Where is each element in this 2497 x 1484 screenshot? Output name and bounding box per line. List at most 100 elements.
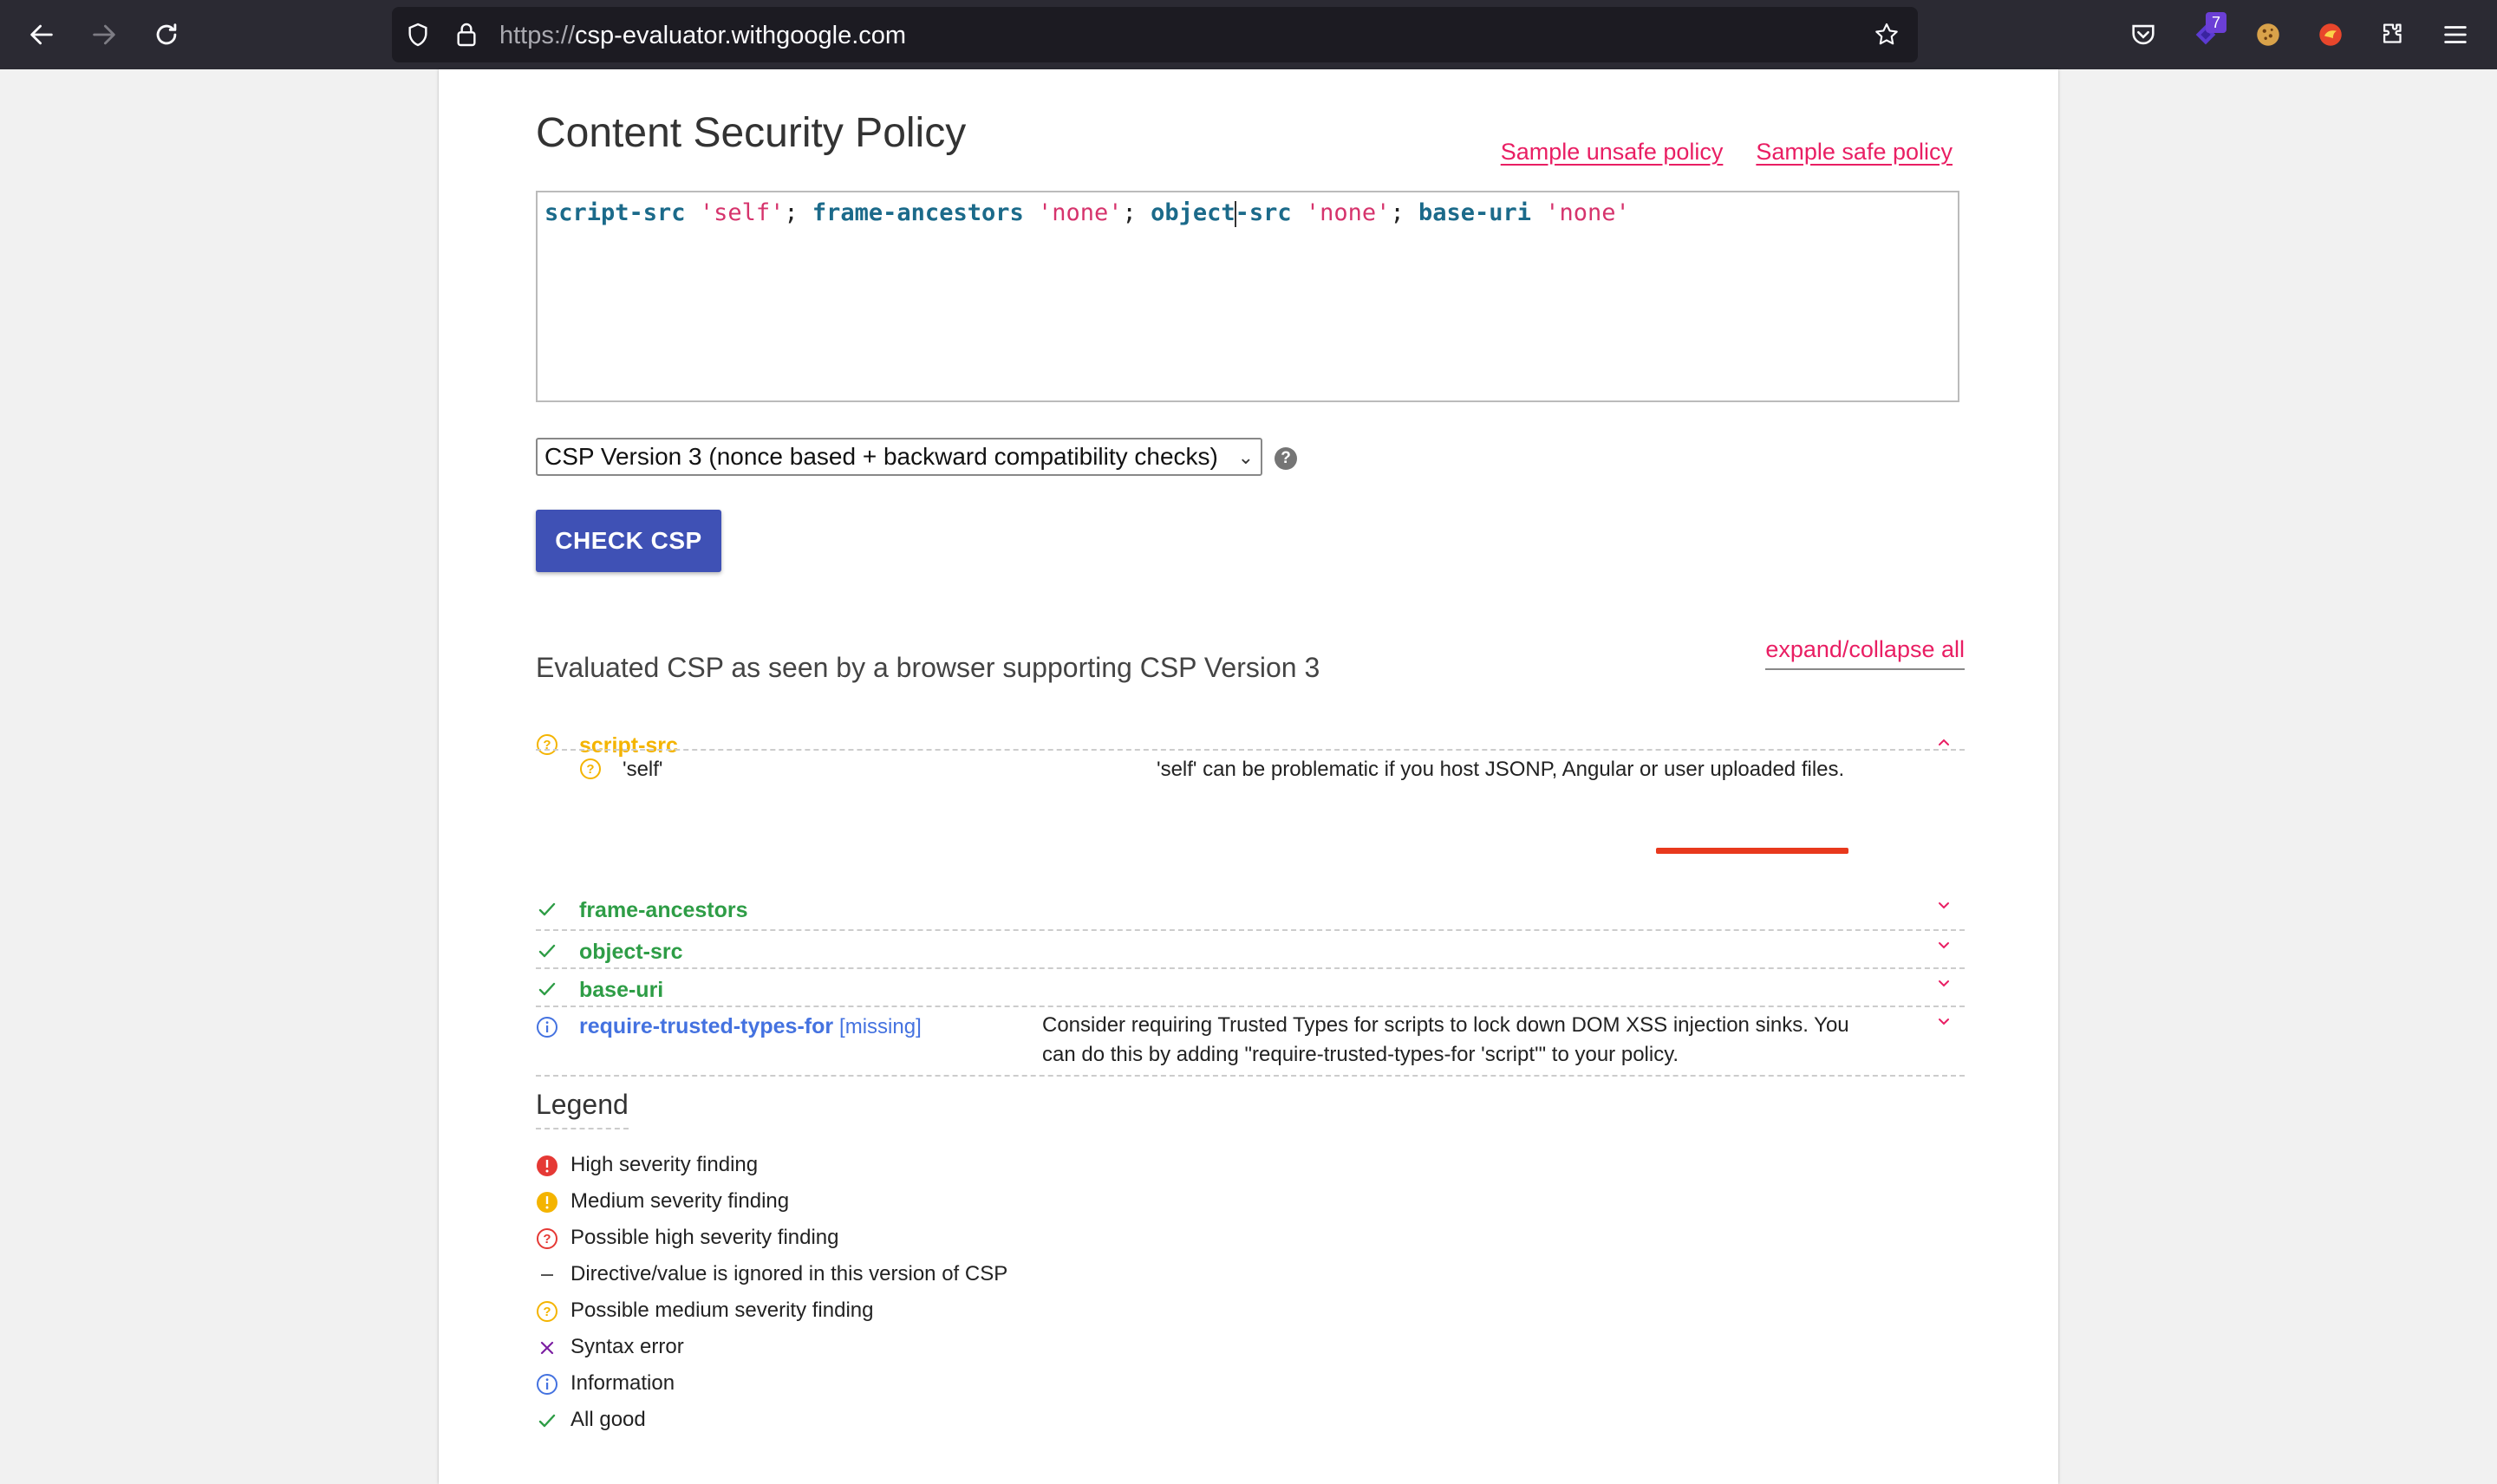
all-good-icon	[538, 902, 556, 916]
csp-directive-token: object	[1151, 199, 1235, 226]
legend-label: Directive/value is ignored in this versi…	[570, 1262, 1008, 1285]
directive-name: frame-ancestors	[579, 898, 748, 922]
value-row-self: ? 'self' 'self' can be problematic if yo…	[536, 754, 1965, 789]
forward-arrow-icon	[93, 24, 115, 45]
csp-separator-token	[1531, 199, 1545, 226]
directive-name: base-uri	[579, 978, 664, 1002]
directive-name: object-src	[579, 940, 683, 964]
forward-button[interactable]	[83, 14, 125, 55]
chevron-down-icon[interactable]	[1935, 936, 1953, 954]
svg-text:?: ?	[586, 762, 594, 777]
svg-text:?: ?	[543, 1305, 551, 1319]
csp-separator-token: ;	[784, 199, 812, 226]
red-annotation-underline	[1656, 848, 1848, 854]
extensions-menu-button[interactable]	[2376, 17, 2410, 52]
url-text[interactable]: https://csp-evaluator.withgoogle.com	[499, 22, 906, 50]
csp-directive-token: base-uri	[1418, 199, 1532, 226]
page-card: Content Security Policy Sample unsafe po…	[439, 69, 2058, 1484]
directive-row-frame-ancestors[interactable]: frame-ancestors	[536, 888, 1965, 931]
description-line-2: can do this by adding "require-trusted-t…	[1042, 1043, 1679, 1066]
url-host: csp-evaluator.withgoogle.com	[575, 22, 907, 49]
csp-value-token: 'none'	[1545, 199, 1630, 226]
app-menu-button[interactable]	[2438, 17, 2473, 52]
chevron-down-icon[interactable]	[1935, 974, 1953, 992]
all-good-icon	[538, 944, 556, 958]
csp-directive-token: -src	[1235, 199, 1292, 226]
all-good-icon	[538, 982, 556, 996]
row-divider	[536, 749, 1965, 751]
csp-value-token: 'self'	[699, 199, 785, 226]
page-content: Content Security Policy Sample unsafe po…	[536, 69, 1965, 1484]
evaluated-csp-heading: Evaluated CSP as seen by a browser suppo…	[536, 652, 1320, 683]
chevron-up-icon[interactable]	[1935, 733, 1953, 751]
csp-version-select[interactable]: CSP Version 3 (nonce based + backward co…	[536, 438, 1262, 476]
all-good-icon	[538, 1414, 556, 1428]
directive-name: require-trusted-types-for	[579, 1014, 834, 1038]
missing-tag: [missing]	[839, 1015, 922, 1038]
expand-collapse-all-link[interactable]: expand/collapse all	[1765, 636, 1965, 670]
sample-links: Sample unsafe policy Sample safe policy	[1501, 139, 1953, 166]
legend-label: All good	[570, 1408, 646, 1431]
medium-severity-icon	[537, 1192, 557, 1213]
extension-button-1[interactable]: 7	[2188, 12, 2226, 52]
cookie-icon	[2257, 23, 2279, 46]
lock-icon[interactable]	[453, 21, 480, 49]
legend-label: Medium severity finding	[570, 1189, 790, 1213]
directive-name-with-missing: require-trusted-types-for [missing]	[579, 1014, 922, 1039]
csp-value-token: 'none'	[1038, 199, 1123, 226]
possible-medium-severity-icon: ?	[537, 1301, 557, 1322]
high-severity-icon	[537, 1155, 557, 1176]
pocket-icon	[2132, 24, 2155, 45]
possible-medium-severity-icon: ?	[580, 758, 601, 779]
legend-title: Legend	[536, 1089, 629, 1129]
value-name: 'self'	[623, 758, 663, 781]
reload-button[interactable]	[146, 14, 187, 55]
tracking-shield-icon[interactable]	[404, 21, 432, 49]
sample-unsafe-policy-link[interactable]: Sample unsafe policy	[1501, 139, 1724, 166]
legend-label: Information	[570, 1371, 675, 1395]
directive-row-require-trusted-types-for[interactable]: require-trusted-types-for [missing] Cons…	[536, 1007, 1965, 1077]
check-csp-button[interactable]: CHECK CSP	[536, 510, 721, 572]
legend-label: Possible medium severity finding	[570, 1298, 874, 1322]
extension-button-2[interactable]	[2313, 17, 2348, 52]
value-description: 'self' can be problematic if you host JS…	[1157, 758, 1845, 781]
puzzle-piece-icon	[2383, 23, 2402, 43]
url-bar[interactable]: https://csp-evaluator.withgoogle.com	[392, 7, 1918, 62]
csp-directive-token: script-src	[544, 199, 686, 226]
directive-row-base-uri[interactable]: base-uri	[536, 969, 1965, 1007]
back-button[interactable]	[21, 14, 62, 55]
csp-directive-token: frame-ancestors	[812, 199, 1024, 226]
chevron-down-icon: ⌄	[1237, 446, 1254, 468]
extension-badge: 7	[2206, 12, 2226, 33]
directive-description: Consider requiring Trusted Types for scr…	[1042, 1011, 1874, 1070]
back-arrow-icon	[30, 24, 53, 45]
browser-toolbar: https://csp-evaluator.withgoogle.com 7	[0, 0, 2497, 69]
csp-separator-token	[686, 199, 700, 226]
csp-input-textarea[interactable]: script-src 'self'; frame-ancestors 'none…	[536, 191, 1959, 402]
svg-text:?: ?	[543, 1232, 551, 1246]
extension-flame-icon	[2319, 23, 2342, 46]
information-icon	[537, 1017, 557, 1038]
chevron-down-icon[interactable]	[1935, 1012, 1953, 1030]
reload-icon	[156, 23, 177, 45]
csp-value-token: 'none'	[1305, 199, 1391, 226]
page-title: Content Security Policy	[536, 110, 967, 156]
pocket-button[interactable]	[2126, 17, 2161, 52]
csp-separator-token: ;	[1122, 199, 1151, 226]
help-icon[interactable]: ?	[1275, 447, 1297, 470]
cookie-extension-button[interactable]	[2251, 17, 2285, 52]
csp-separator-token	[1024, 199, 1038, 226]
possible-medium-severity-icon: ?	[537, 734, 557, 755]
directive-row-object-src[interactable]: object-src	[536, 931, 1965, 969]
ignored-icon	[541, 1274, 553, 1276]
chevron-down-icon[interactable]	[1935, 896, 1953, 914]
description-line-1: Consider requiring Trusted Types for scr…	[1042, 1013, 1849, 1037]
sample-safe-policy-link[interactable]: Sample safe policy	[1756, 139, 1953, 166]
syntax-error-icon	[540, 1341, 554, 1355]
bookmark-star-icon[interactable]	[1873, 21, 1900, 49]
csp-version-selected: CSP Version 3 (nonce based + backward co…	[544, 443, 1218, 470]
information-icon	[537, 1374, 557, 1395]
url-scheme: https://	[499, 22, 576, 49]
legend-label: High severity finding	[570, 1153, 759, 1176]
possible-high-severity-icon: ?	[537, 1228, 557, 1249]
